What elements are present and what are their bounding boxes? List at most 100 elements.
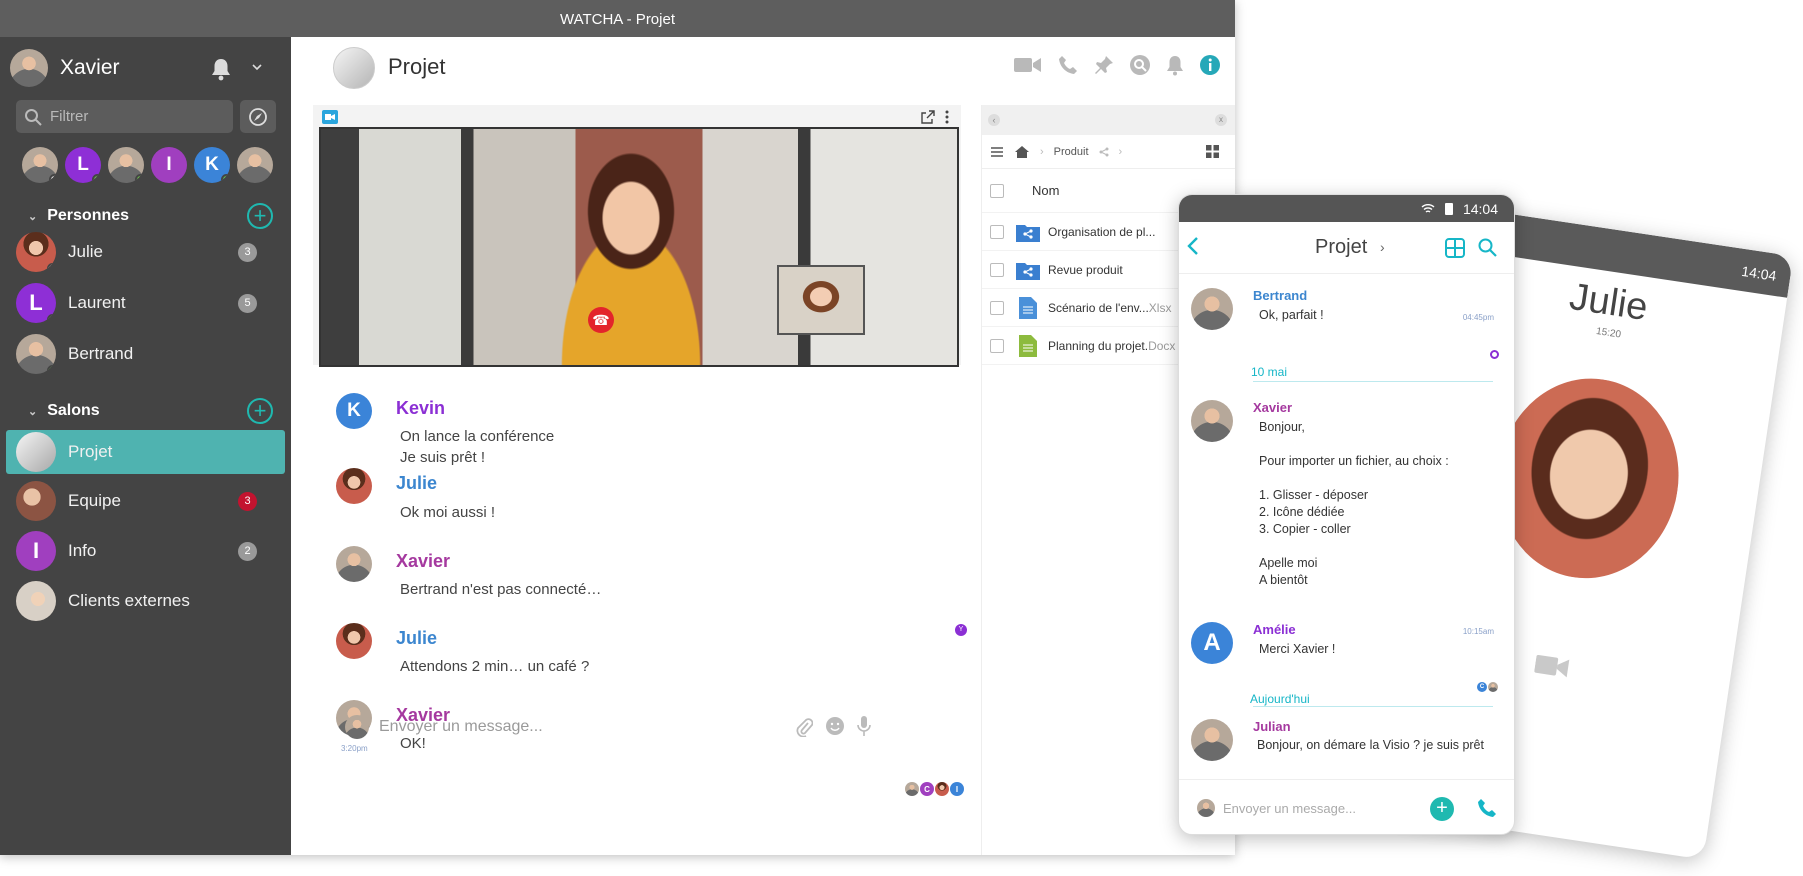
- message-sender[interactable]: Julian: [1253, 719, 1291, 734]
- microphone-icon[interactable]: [857, 715, 871, 742]
- room-view: Projet ☎ K Kevin On lance la conférence …: [291, 37, 1235, 855]
- menu-icon[interactable]: [990, 146, 1004, 158]
- select-all-checkbox[interactable]: [990, 183, 1004, 198]
- message-sender[interactable]: Xavier: [1253, 400, 1292, 415]
- shared-folder-icon: [1016, 259, 1040, 281]
- video-camera-icon[interactable]: [1534, 653, 1571, 680]
- message-composer[interactable]: Envoyer un message...: [345, 712, 897, 742]
- message-sender[interactable]: Kevin: [396, 398, 445, 419]
- message-timestamp: 3:20pm: [341, 744, 368, 753]
- breadcrumb-folder[interactable]: Produit: [1054, 146, 1089, 158]
- phone-message-composer[interactable]: Envoyer un message... +: [1179, 779, 1514, 834]
- attachment-icon[interactable]: [795, 717, 814, 742]
- files-grid-icon[interactable]: [1445, 238, 1465, 263]
- mobile-chat-screen: 14:04 Projet › Bertrand Ok, parfait ! 04…: [1178, 194, 1515, 835]
- unread-badge: 3: [238, 491, 257, 511]
- row-checkbox[interactable]: [990, 300, 1004, 315]
- add-room-button[interactable]: +: [247, 398, 273, 424]
- caller-photo: [1484, 366, 1693, 591]
- row-checkbox[interactable]: [990, 224, 1004, 239]
- message-sender[interactable]: Xavier: [396, 551, 450, 572]
- people-section-header[interactable]: ⌄ Personnes: [28, 207, 129, 225]
- document-icon: [1016, 296, 1040, 319]
- add-person-button[interactable]: +: [247, 203, 273, 229]
- caller-name: Julie: [1566, 275, 1651, 330]
- recent-contact-avatar[interactable]: [237, 147, 273, 183]
- avatar: C: [1477, 682, 1487, 692]
- message-text: Apelle moi: [1259, 556, 1318, 570]
- pin-icon[interactable]: [1093, 54, 1115, 76]
- recent-contact-avatar[interactable]: L: [65, 147, 101, 183]
- read-marker: Y: [955, 624, 967, 636]
- column-header-name[interactable]: Nom: [1032, 183, 1059, 198]
- presence-dot: [49, 174, 58, 183]
- hangup-button[interactable]: ☎: [588, 307, 614, 333]
- popout-icon[interactable]: [921, 110, 935, 124]
- sidebar-item-bertrand[interactable]: Bertrand: [6, 332, 285, 376]
- sidebar-item-info[interactable]: I Info 2: [6, 529, 285, 573]
- row-checkbox[interactable]: [990, 262, 1004, 277]
- breadcrumb: › Produit ›: [982, 135, 1235, 169]
- sidebar-item-clients-externes[interactable]: Clients externes: [6, 579, 285, 623]
- unread-badge: 2: [238, 541, 257, 561]
- home-icon[interactable]: [1014, 145, 1030, 159]
- user-name: Xavier: [60, 56, 120, 79]
- avatar: [336, 546, 372, 582]
- avatar: [345, 715, 369, 739]
- avatar: [16, 232, 56, 272]
- filter-input[interactable]: Filtrer: [16, 100, 233, 133]
- message-text: Pour importer un fichier, au choix :: [1259, 454, 1449, 468]
- battery-icon: [1444, 203, 1453, 215]
- date-separator: Aujourd'hui: [1250, 692, 1310, 706]
- rooms-section-header[interactable]: ⌄ Salons: [28, 402, 100, 420]
- phone-icon[interactable]: [1057, 54, 1079, 76]
- close-icon[interactable]: x: [1215, 114, 1227, 126]
- avatar: [1488, 682, 1498, 692]
- share-icon[interactable]: [1099, 147, 1109, 157]
- video-call-icon[interactable]: [1013, 55, 1043, 75]
- sidebar-item-projet[interactable]: Projet: [6, 430, 285, 474]
- search-icon[interactable]: [1129, 54, 1151, 76]
- message-item: Xavier Bertrand n'est pas connecté…: [336, 546, 601, 598]
- message-text: Je suis prêt !: [400, 449, 486, 466]
- message-text: A bientôt: [1259, 573, 1308, 587]
- recent-contact-avatar[interactable]: [22, 147, 58, 183]
- user-menu[interactable]: Xavier: [10, 49, 120, 87]
- room-title[interactable]: Projet: [1315, 236, 1367, 259]
- read-receipts[interactable]: C I: [905, 782, 964, 796]
- more-options-icon[interactable]: [945, 110, 949, 124]
- collapse-panel-icon[interactable]: ‹: [988, 114, 1000, 126]
- back-icon[interactable]: [1187, 236, 1199, 261]
- info-icon[interactable]: [1199, 54, 1221, 76]
- sidebar-item-equipe[interactable]: Equipe 3: [6, 479, 285, 523]
- recent-contact-avatar[interactable]: K: [194, 147, 230, 183]
- explore-button[interactable]: [240, 100, 276, 133]
- remote-participant-video: [516, 139, 746, 365]
- composer-placeholder: Envoyer un message...: [379, 718, 543, 735]
- read-receipts[interactable]: C: [1477, 682, 1498, 692]
- files-panel-toolbar: ‹ x: [982, 105, 1235, 135]
- row-checkbox[interactable]: [990, 338, 1004, 353]
- search-icon[interactable]: [1478, 238, 1497, 262]
- message-sender[interactable]: Bertrand: [1253, 288, 1307, 303]
- notifications-bell-icon[interactable]: [210, 57, 232, 87]
- message-sender[interactable]: Amélie: [1253, 622, 1296, 637]
- grid-view-icon[interactable]: [1206, 145, 1220, 158]
- file-extension: Docx: [1148, 338, 1176, 353]
- bell-icon[interactable]: [1165, 54, 1185, 76]
- recent-contact-avatar[interactable]: [108, 147, 144, 183]
- read-marker: [1490, 350, 1499, 359]
- recent-contact-avatar[interactable]: I: [151, 147, 187, 183]
- sidebar-item-laurent[interactable]: L Laurent 5: [6, 281, 285, 325]
- sidebar-item-julie[interactable]: Julie 3: [6, 230, 285, 274]
- message-sender[interactable]: Julie: [396, 628, 437, 649]
- message-sender[interactable]: Julie: [396, 473, 437, 494]
- phone-icon[interactable]: [1476, 797, 1498, 824]
- rooms-section-label: Salons: [47, 402, 100, 419]
- chevron-down-icon[interactable]: [252, 59, 262, 74]
- emoji-icon[interactable]: [825, 716, 845, 741]
- add-attachment-button[interactable]: +: [1430, 797, 1454, 821]
- avatar: [336, 468, 372, 504]
- avatar: [905, 782, 919, 796]
- file-name: Revue produit: [1048, 262, 1123, 277]
